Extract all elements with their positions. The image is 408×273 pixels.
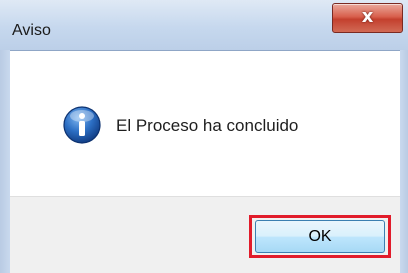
dialog-message: El Proceso ha concluido [116,116,299,135]
close-icon: x [361,6,374,27]
ok-button[interactable]: OK [255,220,385,253]
title-bar[interactable]: Aviso x [0,0,408,50]
window-frame-right [400,50,408,273]
window-frame-left [0,50,10,273]
close-button[interactable]: x [332,3,403,33]
window-title: Aviso [12,22,51,39]
info-icon [63,106,101,144]
